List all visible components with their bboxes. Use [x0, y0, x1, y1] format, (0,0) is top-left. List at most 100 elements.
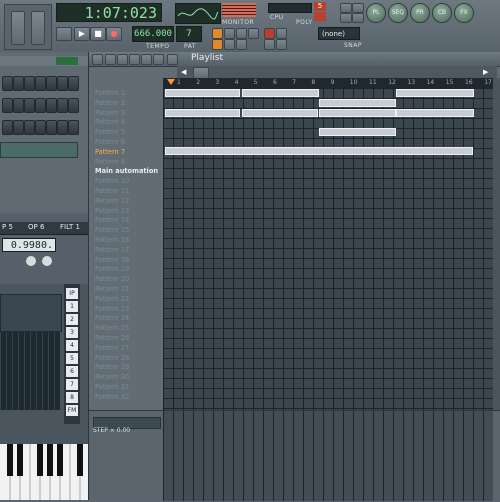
scroll-left-icon[interactable]: ◀ — [181, 68, 189, 76]
playlist-title-bar[interactable]: Playlist — [89, 52, 500, 67]
pattern-1-block-a[interactable] — [165, 89, 240, 97]
step-button[interactable] — [57, 120, 68, 135]
pattern-list-item[interactable]: Pattern 3 — [95, 108, 161, 118]
pattern-list-item[interactable]: Pattern 32 — [95, 392, 161, 402]
stop-button[interactable]: ■ — [90, 27, 106, 41]
view-toggle-3[interactable] — [340, 13, 352, 23]
step-button[interactable] — [57, 98, 68, 113]
step-button[interactable] — [13, 120, 24, 135]
piano-keyboard[interactable] — [0, 444, 88, 500]
tool-zoom-icon[interactable] — [153, 54, 164, 65]
knob-1[interactable] — [26, 256, 36, 266]
envelope-display[interactable] — [0, 294, 62, 332]
playlist-grid[interactable] — [163, 88, 493, 442]
tab-filt1[interactable]: FILT 1 — [60, 223, 80, 231]
pattern-list-item[interactable]: Pattern 27 — [95, 343, 161, 353]
play-button[interactable]: ▶ — [74, 27, 90, 41]
pattern-1-block-c[interactable] — [396, 89, 474, 97]
operator-item[interactable]: 1 — [66, 301, 78, 312]
piano-roll-window-button[interactable]: PR — [410, 3, 430, 23]
step-button[interactable] — [24, 76, 35, 91]
tool-select[interactable] — [212, 39, 223, 50]
pattern-list-item[interactable]: Pattern 8 — [95, 157, 161, 167]
waveform-editor[interactable] — [0, 332, 60, 410]
operator-item[interactable]: 8 — [66, 392, 78, 403]
pattern-list-item[interactable]: Pattern 15 — [95, 225, 161, 235]
pattern-list-item[interactable]: Pattern 11 — [95, 186, 161, 196]
automation-grid[interactable] — [163, 411, 493, 501]
step-button[interactable] — [13, 98, 24, 113]
pattern-list-item[interactable]: Pattern 4 — [95, 117, 161, 127]
tool-draw[interactable] — [212, 28, 223, 39]
bar-ruler[interactable]: 1 2 3 4 5 6 7 8 9 10 11 12 13 14 15 16 17 — [163, 78, 493, 88]
pattern-list-item[interactable]: Pattern 20 — [95, 274, 161, 284]
record-button[interactable]: ● — [106, 27, 122, 41]
pattern-list-item[interactable]: Pattern 16 — [95, 235, 161, 245]
vertical-scrollbar[interactable] — [493, 78, 500, 450]
pattern-5-block[interactable] — [319, 128, 396, 136]
playhead-marker-icon[interactable] — [167, 79, 175, 85]
step-button[interactable] — [68, 98, 79, 113]
master-pitch-slider[interactable] — [31, 11, 45, 45]
tool-zoom[interactable] — [224, 39, 235, 50]
pattern-list-item[interactable]: Pattern 28 — [95, 353, 161, 363]
browser-window-button[interactable]: CB — [432, 3, 452, 23]
operator-item[interactable]: 7 — [66, 379, 78, 390]
pattern-2-block[interactable] — [319, 99, 396, 107]
tool-eraser-icon[interactable] — [129, 54, 140, 65]
tab-op6[interactable]: OP 6 — [28, 223, 44, 231]
step-button[interactable] — [68, 120, 79, 135]
mixer-window-button[interactable]: FX — [454, 3, 474, 23]
pattern-list-item[interactable]: Pattern 24 — [95, 313, 161, 323]
tool-pencil-icon[interactable] — [105, 54, 116, 65]
pattern-list-item[interactable]: Pattern 12 — [95, 196, 161, 206]
pattern-list-item[interactable]: Pattern 31 — [95, 382, 161, 392]
pattern-song-toggle[interactable] — [56, 27, 72, 41]
pattern-list-item[interactable]: Pattern 10 — [95, 176, 161, 186]
step-button[interactable] — [46, 98, 57, 113]
tool-mute[interactable] — [248, 28, 259, 39]
tool-metronome[interactable] — [264, 39, 275, 50]
pattern-list-item[interactable]: Pattern 14 — [95, 215, 161, 225]
view-toggle-4[interactable] — [352, 13, 364, 23]
tool-delete[interactable] — [236, 28, 247, 39]
step-button[interactable] — [46, 120, 57, 135]
pattern-list-item[interactable]: Pattern 13 — [95, 206, 161, 216]
operator-item[interactable]: 2 — [66, 314, 78, 325]
pattern-list-item[interactable]: Pattern 22 — [95, 294, 161, 304]
operator-item[interactable]: 5 — [66, 353, 78, 364]
pattern-list-item[interactable]: Pattern 19 — [95, 264, 161, 274]
view-toggle-2[interactable] — [352, 3, 364, 13]
pattern-list-item[interactable]: Pattern 21 — [95, 284, 161, 294]
operator-item[interactable]: 4 — [66, 340, 78, 351]
pattern-1-block-b[interactable] — [242, 89, 319, 97]
step-button[interactable] — [35, 76, 46, 91]
operator-item[interactable]: IP — [66, 288, 78, 299]
pattern-number-display[interactable]: 7 — [176, 26, 202, 42]
pattern-3-block-c[interactable] — [319, 109, 396, 117]
tab-p5[interactable]: P 5 — [2, 223, 13, 231]
pattern-list-item[interactable]: Pattern 5 — [95, 127, 161, 137]
playlist-window-button[interactable]: PL — [366, 3, 386, 23]
tool-slice[interactable] — [236, 39, 247, 50]
view-toggle-1[interactable] — [340, 3, 352, 13]
pattern-list-item[interactable]: Pattern 7 — [95, 147, 161, 157]
pattern-list-item[interactable]: Pattern 26 — [95, 333, 161, 343]
step-button[interactable] — [13, 76, 24, 91]
tool-countdown[interactable] — [276, 39, 287, 50]
pattern-3-block-b[interactable] — [242, 109, 318, 117]
tool-loop[interactable] — [276, 28, 287, 39]
pattern-list-item[interactable]: Pattern 17 — [95, 245, 161, 255]
scroll-right-icon[interactable]: ▶ — [483, 68, 491, 76]
pattern-list-item[interactable]: Pattern 18 — [95, 255, 161, 265]
tool-paint[interactable] — [224, 28, 235, 39]
step-button[interactable] — [35, 120, 46, 135]
snap-icon[interactable] — [167, 54, 178, 65]
tool-select-icon[interactable] — [141, 54, 152, 65]
operator-item[interactable]: 3 — [66, 327, 78, 338]
step-button[interactable] — [46, 76, 57, 91]
step-button[interactable] — [24, 120, 35, 135]
pattern-list-item[interactable]: Main automation — [95, 166, 161, 176]
step-button[interactable] — [2, 98, 13, 113]
step-sequencer-window-button[interactable]: SEQ — [388, 3, 408, 23]
